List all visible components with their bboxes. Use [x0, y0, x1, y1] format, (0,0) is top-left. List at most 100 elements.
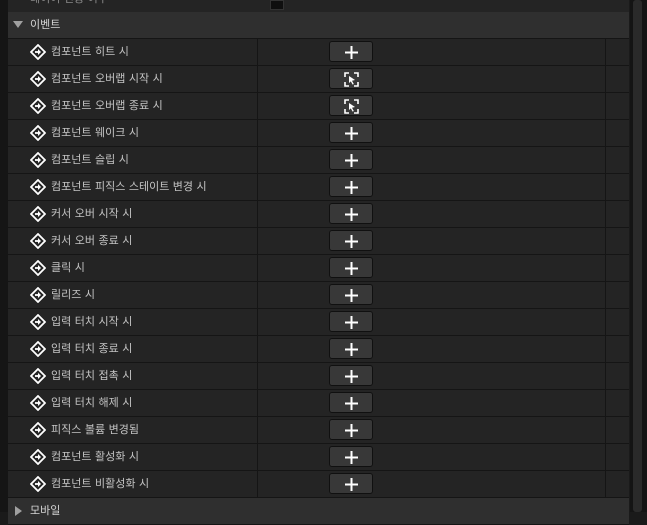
plus-icon: [345, 127, 358, 140]
plus-icon: [345, 208, 358, 221]
event-value-cell: [257, 309, 605, 335]
event-diamond-icon: [30, 449, 46, 465]
add-event-button[interactable]: [329, 122, 373, 143]
event-row: 컴포넌트 비활성화 시: [8, 471, 629, 498]
event-name-cell: 입력 터치 종료 시: [8, 336, 256, 362]
event-value-cell: [257, 390, 605, 416]
event-diamond-icon: [30, 233, 46, 249]
add-event-button[interactable]: [329, 230, 373, 251]
event-row: 릴리즈 시: [8, 282, 629, 309]
add-event-button[interactable]: [329, 68, 373, 89]
event-label: 컴포넌트 오버랩 종료 시: [51, 99, 163, 112]
plus-icon: [345, 478, 358, 491]
event-diamond-icon: [30, 422, 46, 438]
event-name-cell: 컴포넌트 피직스 스테이트 변경 시: [8, 174, 256, 200]
event-extra-cell: [605, 255, 630, 281]
event-row: 클릭 시: [8, 255, 629, 282]
event-value-cell: [257, 471, 605, 497]
event-value-cell: [257, 120, 605, 146]
plus-icon: [345, 343, 358, 356]
event-name-cell: 릴리즈 시: [8, 282, 256, 308]
event-label: 커서 오버 시작 시: [51, 207, 133, 220]
add-event-button[interactable]: [329, 257, 373, 278]
event-row: 입력 터치 해제 시: [8, 390, 629, 417]
scrollbar-thumb[interactable]: [633, 0, 642, 512]
event-name-cell: 입력 터치 시작 시: [8, 309, 256, 335]
event-name-cell: 커서 오버 시작 시: [8, 201, 256, 227]
event-value-cell: [257, 201, 605, 227]
event-value-cell: [257, 444, 605, 470]
event-extra-cell: [605, 228, 630, 254]
add-event-button[interactable]: [329, 365, 373, 386]
plus-icon: [345, 289, 358, 302]
event-label: 입력 터치 종료 시: [51, 342, 133, 355]
event-label: 컴포넌트 활성화 시: [51, 450, 139, 463]
event-label: 입력 터치 해제 시: [51, 396, 133, 409]
event-extra-cell: [605, 174, 630, 200]
event-label: 입력 터치 접촉 시: [51, 369, 133, 382]
event-value-cell: [257, 282, 605, 308]
property-label: 레이어 전용 여부: [30, 0, 108, 12]
add-event-button[interactable]: [329, 95, 373, 116]
focus-select-icon: [344, 72, 359, 87]
add-event-button[interactable]: [329, 176, 373, 197]
event-row: 커서 오버 시작 시: [8, 201, 629, 228]
add-event-button[interactable]: [329, 419, 373, 440]
event-diamond-icon: [30, 341, 46, 357]
event-name-cell: 컴포넌트 웨이크 시: [8, 120, 256, 146]
event-label: 입력 터치 시작 시: [51, 315, 133, 328]
event-extra-cell: [605, 363, 630, 389]
event-row: 컴포넌트 히트 시: [8, 39, 629, 66]
add-event-button[interactable]: [329, 392, 373, 413]
event-extra-cell: [605, 39, 630, 65]
add-event-button[interactable]: [329, 311, 373, 332]
event-diamond-icon: [30, 395, 46, 411]
plus-icon: [345, 370, 358, 383]
event-label: 컴포넌트 비활성화 시: [51, 477, 150, 490]
event-row: 피직스 볼륨 변경됨: [8, 417, 629, 444]
event-row: 컴포넌트 웨이크 시: [8, 120, 629, 147]
event-extra-cell: [605, 309, 630, 335]
event-value-cell: [257, 336, 605, 362]
event-label: 컴포넌트 슬립 시: [51, 153, 129, 166]
event-name-cell: 입력 터치 해제 시: [8, 390, 256, 416]
event-row: 입력 터치 종료 시: [8, 336, 629, 363]
event-diamond-icon: [30, 152, 46, 168]
event-name-cell: 컴포넌트 오버랩 종료 시: [8, 93, 256, 119]
event-diamond-icon: [30, 98, 46, 114]
event-row: 컴포넌트 슬립 시: [8, 147, 629, 174]
event-extra-cell: [605, 336, 630, 362]
add-event-button[interactable]: [329, 338, 373, 359]
add-event-button[interactable]: [329, 473, 373, 494]
event-row: 컴포넌트 오버랩 시작 시: [8, 66, 629, 93]
section-header-events[interactable]: 이벤트: [8, 12, 629, 39]
event-extra-cell: [605, 417, 630, 443]
event-diamond-icon: [30, 368, 46, 384]
event-extra-cell: [605, 444, 630, 470]
add-event-button[interactable]: [329, 446, 373, 467]
add-event-button[interactable]: [329, 149, 373, 170]
property-checkbox[interactable]: [270, 0, 284, 10]
event-value-cell: [257, 174, 605, 200]
plus-icon: [345, 235, 358, 248]
event-value-cell: [257, 228, 605, 254]
plus-icon: [345, 316, 358, 329]
section-title: 모바일: [30, 504, 61, 517]
event-value-cell: [257, 39, 605, 65]
event-name-cell: 피직스 볼륨 변경됨: [8, 417, 256, 443]
event-value-cell: [257, 255, 605, 281]
event-extra-cell: [605, 120, 630, 146]
event-name-cell: 클릭 시: [8, 255, 256, 281]
event-extra-cell: [605, 201, 630, 227]
add-event-button[interactable]: [329, 284, 373, 305]
event-extra-cell: [605, 93, 630, 119]
plus-icon: [345, 181, 358, 194]
event-name-cell: 컴포넌트 히트 시: [8, 39, 256, 65]
event-value-cell: [257, 417, 605, 443]
add-event-button[interactable]: [329, 203, 373, 224]
event-value-cell: [257, 93, 605, 119]
event-extra-cell: [605, 282, 630, 308]
event-diamond-icon: [30, 476, 46, 492]
event-label: 컴포넌트 히트 시: [51, 45, 129, 58]
add-event-button[interactable]: [329, 41, 373, 62]
